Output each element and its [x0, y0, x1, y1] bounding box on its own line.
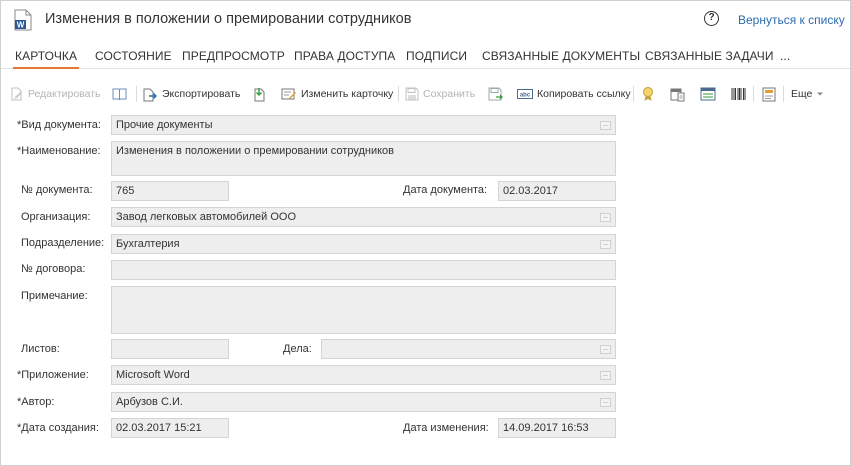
link-icon: abc	[517, 89, 533, 99]
sheets-label: Листов:	[21, 343, 60, 355]
cases-label: Дела:	[283, 343, 312, 355]
department-label: Подразделение:	[21, 237, 105, 249]
tab-more[interactable]: ...	[780, 49, 790, 63]
doc-type-field[interactable]: Прочие документы	[111, 115, 616, 135]
doc-number-field[interactable]: 765	[111, 181, 229, 201]
barcode-button[interactable]	[731, 81, 746, 107]
toolbar: Редактировать Экспортировать Изменить ка…	[1, 81, 850, 107]
department-field[interactable]: Бухгалтерия	[111, 234, 616, 254]
award-icon	[643, 87, 653, 101]
book-icon	[112, 88, 127, 101]
note-button[interactable]	[762, 81, 776, 107]
edit-button[interactable]: Редактировать	[10, 81, 101, 107]
note-field[interactable]	[111, 286, 616, 334]
tab-signatures[interactable]: ПОДПИСИ	[406, 49, 467, 63]
organization-field[interactable]: Завод легковых автомобилей ООО	[111, 207, 616, 227]
import-icon	[254, 87, 265, 101]
select-icon[interactable]	[600, 371, 611, 380]
application-field[interactable]: Microsoft Word	[111, 365, 616, 385]
doc-type-label: *Вид документа:	[17, 119, 101, 131]
toolbar-divider	[753, 86, 754, 102]
tab-preview[interactable]: ПРЕДПРОСМОТР	[182, 49, 285, 63]
toolbar-divider	[398, 86, 399, 102]
cases-field[interactable]	[321, 339, 616, 359]
tab-related-documents[interactable]: СВЯЗАННЫЕ ДОКУМЕНТЫ	[482, 49, 640, 63]
save-as-icon	[488, 87, 503, 101]
author-label: *Автор:	[17, 396, 55, 408]
save-button[interactable]: Сохранить	[405, 81, 475, 107]
tab-related-tasks[interactable]: СВЯЗАННЫЕ ЗАДАЧИ	[645, 49, 774, 63]
contract-field[interactable]	[111, 260, 616, 280]
doc-number-label: № документа:	[21, 184, 93, 196]
doc-date-field[interactable]: 02.03.2017	[498, 181, 616, 201]
import-button[interactable]	[252, 81, 267, 107]
sheets-field[interactable]	[111, 339, 229, 359]
chevron-down-icon	[817, 92, 824, 96]
note-label: Примечание:	[21, 290, 88, 302]
created-field[interactable]: 02.03.2017 15:21	[111, 418, 229, 438]
edit-card-icon	[281, 88, 296, 100]
select-icon[interactable]	[600, 121, 611, 130]
toolbar-divider	[633, 86, 634, 102]
select-icon[interactable]	[600, 240, 611, 249]
toolbar-divider	[136, 86, 137, 102]
export-icon	[143, 88, 157, 101]
note-icon	[762, 87, 776, 101]
organization-label: Организация:	[21, 211, 91, 223]
book-button[interactable]	[112, 81, 127, 107]
copy-link-button[interactable]: abc Копировать ссылку	[517, 81, 631, 107]
list-button[interactable]	[700, 81, 716, 107]
save-icon	[405, 87, 419, 101]
help-icon[interactable]: ?	[704, 11, 719, 26]
calendar-icon	[670, 88, 685, 102]
more-button[interactable]: Еще	[791, 81, 825, 107]
application-label: *Приложение:	[17, 369, 89, 381]
created-label: *Дата создания:	[17, 422, 99, 434]
modified-field[interactable]: 14.09.2017 16:53	[498, 418, 616, 438]
select-icon[interactable]	[600, 213, 611, 222]
header: W Изменения в положении о премировании с…	[1, 1, 850, 39]
select-icon[interactable]	[600, 345, 611, 354]
tab-state[interactable]: СОСТОЯНИЕ	[95, 49, 172, 63]
author-field[interactable]: Арбузов С.И.	[111, 392, 616, 412]
toolbar-divider	[783, 86, 784, 102]
active-tab-indicator	[13, 67, 79, 69]
pencil-icon	[11, 87, 23, 101]
modified-label: Дата изменения:	[403, 422, 489, 434]
list-icon	[700, 87, 716, 101]
award-button[interactable]	[642, 81, 654, 107]
svg-text:abc: abc	[520, 93, 531, 99]
barcode-icon	[731, 88, 746, 100]
tab-card[interactable]: КАРТОЧКА	[15, 49, 77, 63]
save-as-button[interactable]	[488, 81, 503, 107]
back-to-list-link[interactable]: Вернуться к списку	[738, 13, 845, 27]
page-title: Изменения в положении о премировании сот…	[45, 11, 412, 27]
doc-date-label: Дата документа:	[403, 184, 488, 196]
name-field[interactable]: Изменения в положении о премировании сот…	[111, 141, 616, 176]
svg-text:W: W	[17, 21, 25, 30]
document-card-window: W Изменения в положении о премировании с…	[0, 0, 851, 466]
export-button[interactable]: Экспортировать	[143, 81, 240, 107]
tab-bar: КАРТОЧКА СОСТОЯНИЕ ПРЕДПРОСМОТР ПРАВА ДО…	[1, 41, 850, 69]
calendar-button[interactable]	[670, 81, 685, 107]
select-icon[interactable]	[600, 398, 611, 407]
contract-label: № договора:	[21, 263, 86, 275]
tab-access-rights[interactable]: ПРАВА ДОСТУПА	[294, 49, 395, 63]
name-label: *Наименование:	[17, 145, 101, 157]
edit-card-button[interactable]: Изменить карточку	[281, 81, 393, 107]
word-document-icon: W	[14, 9, 32, 31]
